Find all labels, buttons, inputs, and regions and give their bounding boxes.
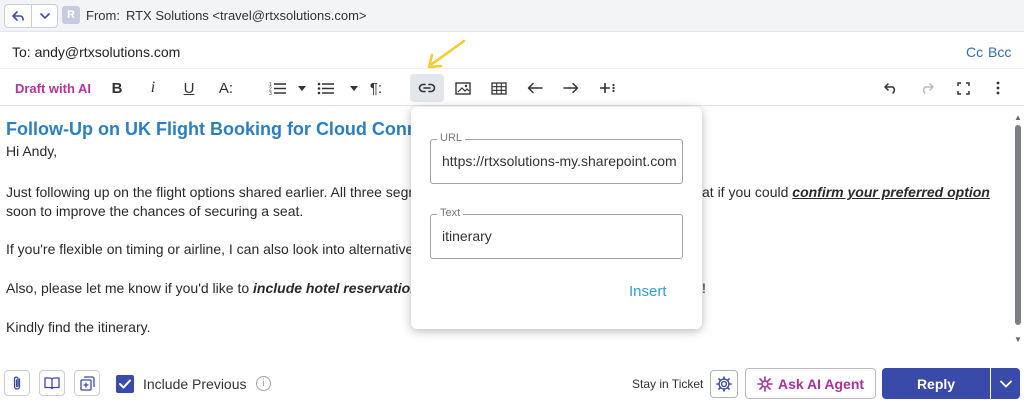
ordered-list-button[interactable]: 1 2 3 bbox=[266, 74, 290, 102]
scroll-up-icon[interactable]: ▲ bbox=[1014, 113, 1022, 122]
insert-table-button[interactable] bbox=[488, 74, 510, 102]
paragraph-2: If you're flexible on timing or airline,… bbox=[6, 241, 422, 257]
email-subject: Follow-Up on UK Flight Booking for Cloud… bbox=[6, 119, 428, 139]
outdent-button[interactable] bbox=[524, 74, 546, 102]
knowledge-base-button[interactable] bbox=[39, 370, 65, 396]
paragraph-3-end: ! bbox=[702, 280, 706, 296]
table-icon bbox=[491, 81, 507, 95]
attach-file-button[interactable] bbox=[4, 370, 30, 396]
indent-button[interactable] bbox=[560, 74, 582, 102]
arrow-right-icon bbox=[563, 82, 579, 94]
cc-button[interactable]: Cc bbox=[966, 44, 983, 60]
image-icon bbox=[455, 81, 471, 95]
add-template-icon bbox=[79, 375, 95, 391]
reply-icon bbox=[12, 11, 24, 21]
book-icon bbox=[44, 377, 60, 390]
reply-button[interactable]: Reply bbox=[882, 368, 990, 399]
ai-sparkle-icon bbox=[757, 375, 773, 392]
text-field: Text bbox=[430, 207, 683, 259]
formatting-toolbar: Draft with AI B i U A: 1 2 3 ¶: bbox=[0, 70, 1024, 106]
ask-ai-agent-button[interactable]: Ask AI Agent bbox=[745, 368, 876, 399]
stay-in-ticket-label: Stay in Ticket bbox=[632, 377, 704, 391]
italic-button[interactable]: i bbox=[142, 74, 164, 102]
plus-more-icon bbox=[600, 83, 615, 93]
gear-icon bbox=[716, 376, 732, 392]
paragraph-1: Just following up on the flight options … bbox=[6, 184, 428, 200]
fullscreen-button[interactable] bbox=[952, 74, 974, 102]
paragraph-format-button[interactable]: ¶: bbox=[364, 74, 388, 102]
info-icon[interactable]: i bbox=[256, 376, 271, 391]
paragraph-4: Kindly find the itinerary. bbox=[6, 319, 151, 335]
undo-icon bbox=[884, 83, 896, 94]
redo-icon bbox=[922, 83, 934, 94]
insert-link-popup: URL Text Insert bbox=[411, 107, 702, 329]
bcc-button[interactable]: Bcc bbox=[988, 44, 1011, 60]
paragraph-1-continued: at if you could confirm your preferred o… bbox=[702, 184, 990, 200]
undo-button[interactable] bbox=[880, 74, 902, 102]
checkmark-icon bbox=[119, 379, 131, 389]
bold-button[interactable]: B bbox=[106, 74, 128, 102]
chevron-down-icon bbox=[39, 13, 50, 20]
paragraph-1-mid: at if you could bbox=[702, 184, 793, 200]
reply-mode-group bbox=[4, 4, 58, 28]
redo-button[interactable] bbox=[916, 74, 938, 102]
kebab-icon bbox=[996, 81, 1000, 95]
scroll-thumb[interactable] bbox=[1015, 125, 1021, 325]
caret-down-icon bbox=[298, 85, 306, 91]
font-size-button[interactable]: A: bbox=[214, 74, 238, 102]
ordered-list-dropdown[interactable] bbox=[296, 74, 308, 102]
url-input[interactable] bbox=[442, 153, 676, 169]
reply-options-dropdown[interactable] bbox=[991, 368, 1020, 399]
arrow-left-icon bbox=[527, 82, 543, 94]
to-row: To: andy@rtxsolutions.com Cc Bcc bbox=[0, 33, 1024, 69]
fullscreen-icon bbox=[956, 81, 970, 95]
caret-down-icon bbox=[350, 85, 358, 91]
email-composer: R From: RTX Solutions <travel@rtxsolution… bbox=[0, 0, 1024, 402]
hotel-reservations-emphasis: include hotel reservations bbox=[253, 280, 427, 296]
greeting-text: Hi Andy, bbox=[6, 143, 58, 159]
canned-response-button[interactable] bbox=[74, 370, 100, 396]
from-label: From: bbox=[86, 8, 120, 23]
url-field-label: URL bbox=[437, 132, 466, 144]
paragraph-1-line2: soon to improve the chances of securing … bbox=[6, 203, 304, 219]
sender-avatar: R bbox=[62, 6, 80, 24]
insert-link-submit-button[interactable]: Insert bbox=[629, 283, 667, 300]
to-field[interactable]: To: andy@rtxsolutions.com bbox=[12, 44, 180, 60]
scroll-down-icon[interactable]: ▼ bbox=[1014, 335, 1022, 344]
url-field: URL bbox=[430, 132, 683, 184]
paperclip-icon bbox=[13, 376, 21, 390]
svg-text:3: 3 bbox=[269, 91, 272, 95]
insert-image-button[interactable] bbox=[452, 74, 474, 102]
ask-ai-agent-label: Ask AI Agent bbox=[777, 375, 865, 392]
link-icon bbox=[418, 83, 436, 93]
more-options-button[interactable] bbox=[988, 74, 1008, 102]
paragraph-3-start: Also, please let me know if you'd like t… bbox=[6, 280, 254, 296]
body-scrollbar[interactable]: ▲ ▼ bbox=[1012, 107, 1024, 352]
paragraph-1-start: Just following up on the flight options … bbox=[6, 184, 428, 200]
bullet-list-icon bbox=[317, 82, 334, 95]
chevron-down-icon bbox=[999, 380, 1012, 388]
insert-link-button[interactable] bbox=[410, 74, 444, 102]
underline-button[interactable]: U bbox=[178, 74, 200, 102]
bullet-list-button[interactable] bbox=[314, 74, 338, 102]
text-field-label: Text bbox=[437, 207, 464, 219]
ordered-list-icon: 1 2 3 bbox=[269, 82, 286, 95]
stay-in-ticket-settings-button[interactable] bbox=[710, 370, 738, 398]
link-text-input[interactable] bbox=[442, 228, 676, 244]
confirm-option-emphasis: confirm your preferred option bbox=[792, 184, 990, 200]
more-insert-button[interactable] bbox=[596, 74, 618, 102]
from-field: From: RTX Solutions <travel@rtxsolutions.… bbox=[86, 8, 367, 23]
draft-with-ai-button[interactable]: Draft with AI bbox=[12, 74, 94, 102]
include-previous-checkbox[interactable] bbox=[116, 375, 134, 393]
include-previous-label: Include Previous bbox=[143, 376, 247, 392]
from-row: R From: RTX Solutions <travel@rtxsolution… bbox=[0, 0, 1024, 32]
composer-footer: Include Previous i Stay in Ticket Ask AI… bbox=[0, 358, 1024, 402]
reply-mode-button[interactable] bbox=[5, 5, 31, 27]
from-value: RTX Solutions <travel@rtxsolutions.com> bbox=[125, 8, 367, 23]
bullet-list-dropdown[interactable] bbox=[348, 74, 360, 102]
paragraph-3: Also, please let me know if you'd like t… bbox=[6, 280, 427, 296]
annotation-arrow-icon bbox=[427, 39, 466, 69]
reply-mode-dropdown[interactable] bbox=[31, 5, 57, 27]
